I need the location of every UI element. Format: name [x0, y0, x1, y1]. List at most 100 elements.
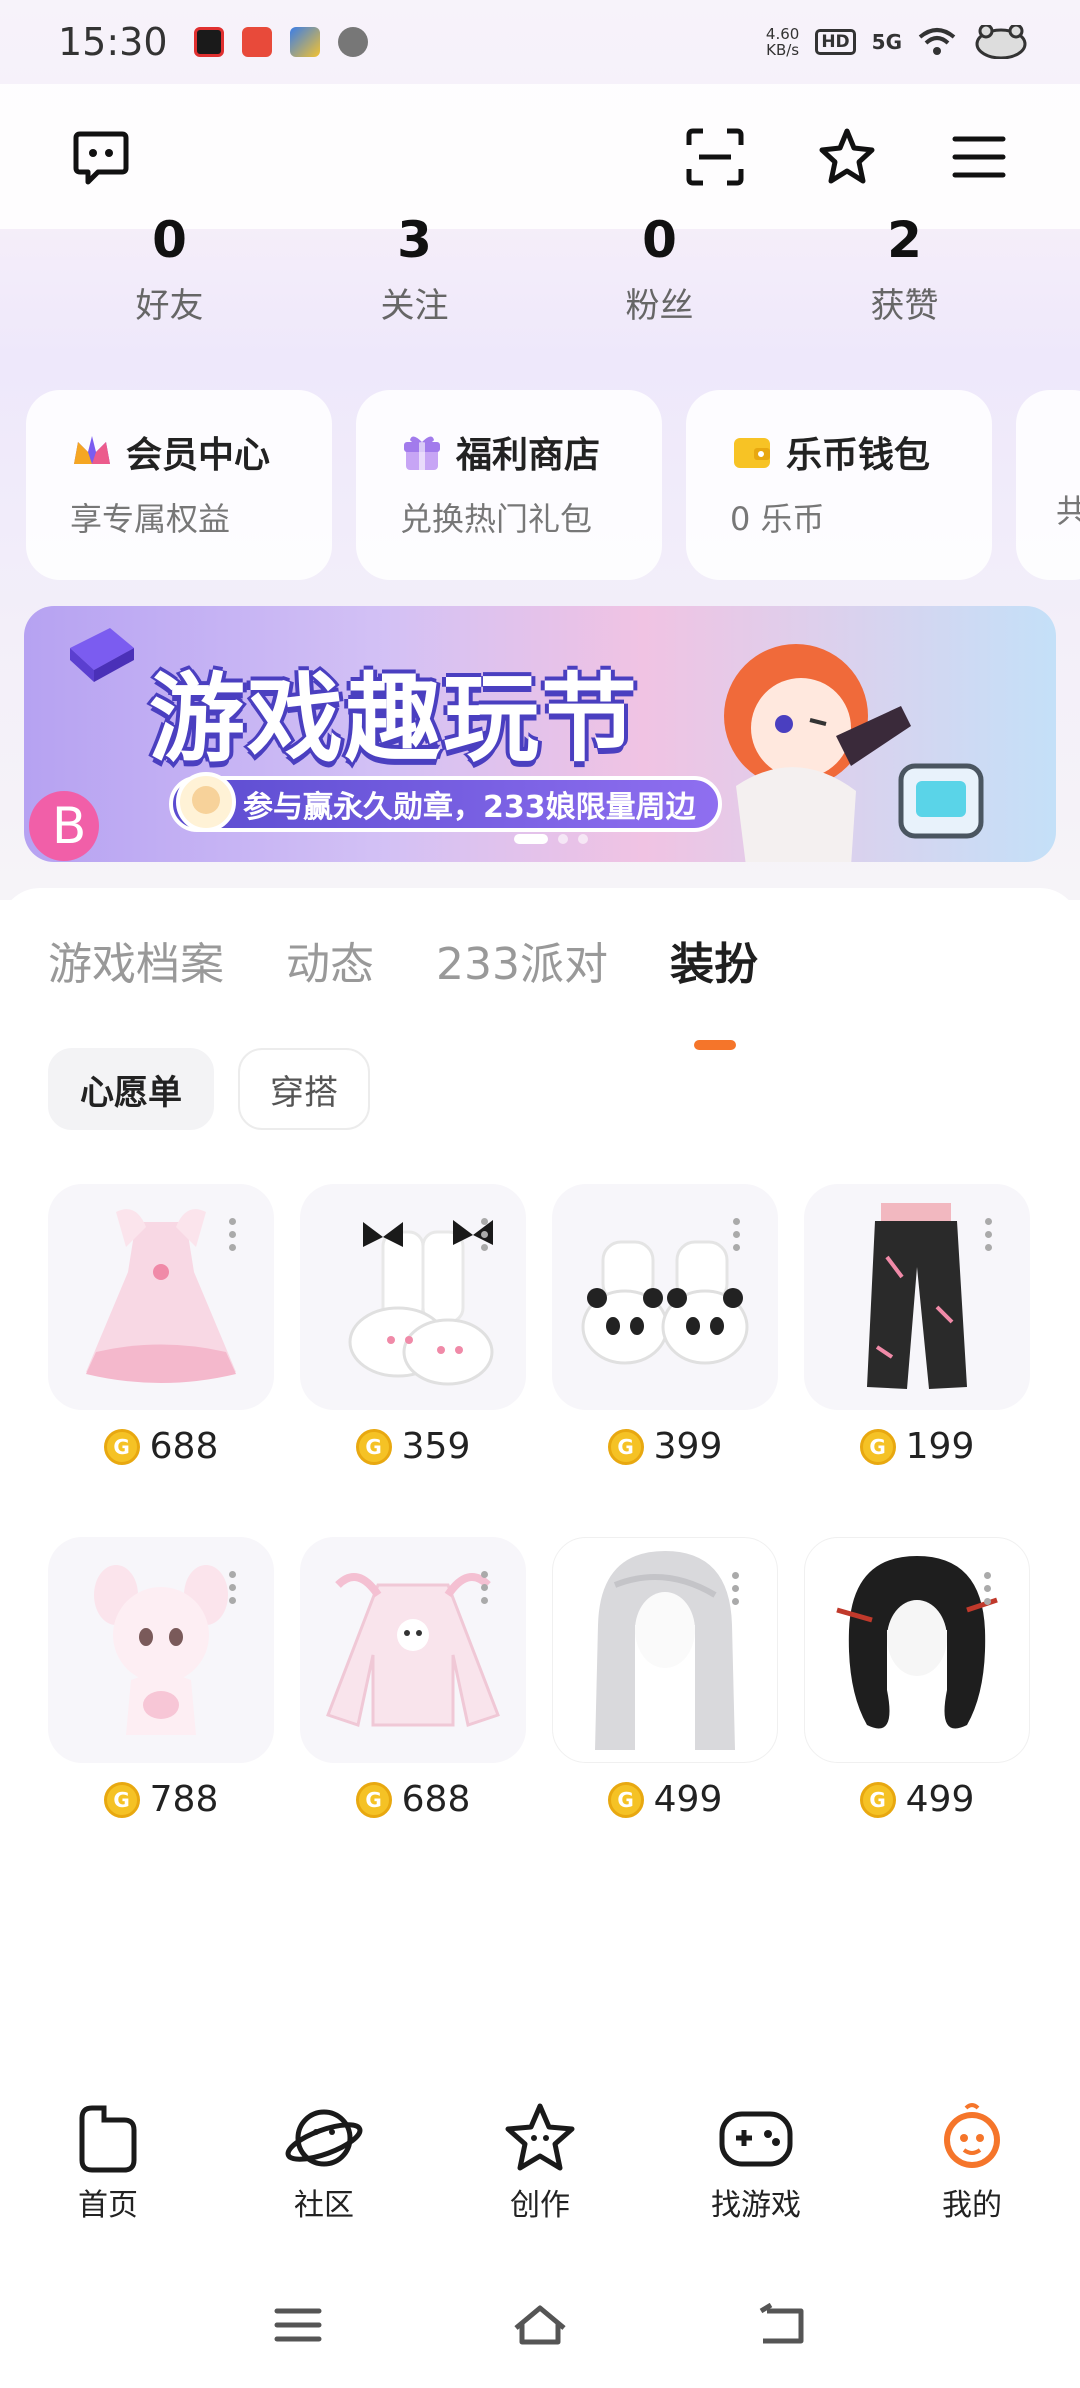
- tab-game-archive[interactable]: 游戏档案: [48, 928, 224, 992]
- nav-label: 社区: [294, 2188, 354, 2223]
- app-notification-icon: [337, 27, 368, 57]
- profile-stats: 0 好友 3 关注 0 粉丝 2 获赞: [0, 210, 1080, 327]
- item-thumbnail: [552, 1184, 778, 1410]
- top-header: [0, 84, 1080, 229]
- chip-outfits[interactable]: 穿搭: [238, 1048, 370, 1130]
- coin-icon: G: [103, 1428, 140, 1465]
- more-options-icon[interactable]: [229, 1218, 236, 1251]
- nav-home[interactable]: 首页: [0, 2100, 216, 2240]
- nav-create[interactable]: 创作: [432, 2100, 648, 2240]
- planet-icon: [285, 2109, 363, 2167]
- promo-banner[interactable]: B 游戏趣玩节 参与赢永久勋章，233娘限量周边: [24, 606, 1056, 862]
- item-card[interactable]: G 199: [804, 1184, 1030, 1467]
- scan-icon[interactable]: [684, 126, 746, 188]
- item-card[interactable]: G 499: [552, 1537, 778, 1820]
- nav-me[interactable]: 我的: [864, 2100, 1080, 2240]
- stat-label: 获赞: [870, 286, 939, 326]
- more-options-icon[interactable]: [732, 1572, 739, 1605]
- card-subtitle: 享专属权益: [70, 500, 231, 538]
- battery-icon: [975, 25, 1027, 59]
- gamepad-icon: [719, 2111, 793, 2167]
- more-options-icon[interactable]: [229, 1571, 236, 1604]
- coin-icon: G: [103, 1781, 140, 1818]
- lego-brick-icon: [70, 628, 134, 682]
- item-price: G 399: [552, 1426, 778, 1467]
- pagination-dot: [558, 834, 568, 844]
- item-card[interactable]: G 688: [300, 1537, 526, 1820]
- pagination-dot: [578, 834, 588, 844]
- panda-slippers-icon: [581, 1240, 749, 1365]
- jacket-icon: [326, 1573, 500, 1727]
- stat-value: 0: [152, 211, 187, 269]
- item-thumbnail: [300, 1184, 526, 1410]
- hd-badge: HD: [815, 29, 856, 55]
- more-options-icon[interactable]: [985, 1218, 992, 1251]
- profile-tabs: 游戏档案 动态 233派对 装扮: [48, 928, 758, 1050]
- tab-233-party[interactable]: 233派对: [436, 928, 608, 992]
- back-icon[interactable]: [757, 2303, 807, 2347]
- item-thumbnail: [300, 1537, 526, 1763]
- stat-value: 0: [642, 211, 677, 269]
- item-card[interactable]: G 499: [804, 1537, 1030, 1820]
- nav-community[interactable]: 社区: [216, 2100, 432, 2240]
- item-card[interactable]: G 399: [552, 1184, 778, 1467]
- item-card[interactable]: G 788: [48, 1537, 274, 1820]
- stat-likes[interactable]: 2 获赞: [782, 210, 1027, 327]
- shoes-icon: [348, 1220, 494, 1386]
- item-price: G 359: [300, 1426, 526, 1467]
- nav-label: 找游戏: [711, 2188, 801, 2223]
- item-price: G 499: [804, 1779, 1030, 1820]
- price-value: 199: [905, 1426, 975, 1467]
- card-title: 乐币钱包: [786, 435, 931, 476]
- nav-label: 创作: [510, 2188, 570, 2223]
- more-options-icon[interactable]: [481, 1218, 488, 1251]
- app-notification-icon: [289, 27, 320, 57]
- chip-wishlist[interactable]: 心愿单: [48, 1048, 214, 1130]
- item-thumbnail: [48, 1537, 274, 1763]
- recent-apps-icon[interactable]: [273, 2305, 323, 2345]
- gift-icon: [404, 436, 440, 470]
- feature-cards: 会员中心 享专属权益 福利商店 兑换热门礼包 乐币钱包 0 乐币 共: [26, 390, 1080, 580]
- coin-icon: G: [859, 1781, 896, 1818]
- more-options-icon[interactable]: [733, 1218, 740, 1251]
- wifi-icon: [918, 28, 956, 55]
- app-notification-icon: [193, 27, 224, 57]
- vip-center-card[interactable]: 会员中心 享专属权益: [26, 390, 332, 580]
- bottom-navigation: 首页 社区 创作 找游戏 我的: [0, 2100, 1080, 2240]
- home-button-icon[interactable]: [510, 2302, 570, 2348]
- nav-find-games[interactable]: 找游戏: [648, 2100, 864, 2240]
- more-options-icon[interactable]: [481, 1571, 488, 1604]
- tab-dress-up[interactable]: 装扮: [670, 928, 758, 1050]
- stat-followers[interactable]: 0 粉丝: [537, 210, 782, 327]
- pagination-dot: [514, 834, 548, 844]
- stat-value: 3: [397, 211, 432, 269]
- more-options-icon[interactable]: [984, 1572, 991, 1605]
- item-card[interactable]: G 359: [300, 1184, 526, 1467]
- menu-icon[interactable]: [948, 126, 1010, 188]
- item-card[interactable]: G 688: [48, 1184, 274, 1467]
- price-value: 688: [149, 1426, 219, 1467]
- svg-text:B: B: [52, 797, 86, 855]
- price-value: 688: [401, 1779, 471, 1820]
- wallet-card[interactable]: 乐币钱包 0 乐币: [686, 390, 992, 580]
- card-title: 福利商店: [456, 435, 601, 476]
- coin-icon: G: [355, 1781, 392, 1818]
- price-value: 359: [401, 1426, 471, 1467]
- stat-value: 2: [887, 211, 922, 269]
- stat-following[interactable]: 3 关注: [292, 210, 537, 327]
- crown-icon: [74, 436, 110, 464]
- message-icon[interactable]: [70, 126, 132, 188]
- stat-friends[interactable]: 0 好友: [47, 210, 292, 327]
- welfare-shop-card[interactable]: 福利商店 兑换热门礼包: [356, 390, 662, 580]
- mascot-avatar-icon: [176, 772, 236, 832]
- coin-icon: G: [355, 1428, 392, 1465]
- profile-icon: [944, 2103, 1000, 2168]
- star-icon[interactable]: [816, 126, 878, 188]
- price-value: 499: [653, 1779, 723, 1820]
- item-thumbnail: [48, 1184, 274, 1410]
- bunny-costume-icon: [94, 1565, 228, 1735]
- net-speed: 4.60 KB/s: [765, 25, 800, 59]
- tab-moments[interactable]: 动态: [286, 928, 374, 992]
- item-price: G 499: [552, 1779, 778, 1820]
- partial-card[interactable]: 共: [1016, 390, 1080, 580]
